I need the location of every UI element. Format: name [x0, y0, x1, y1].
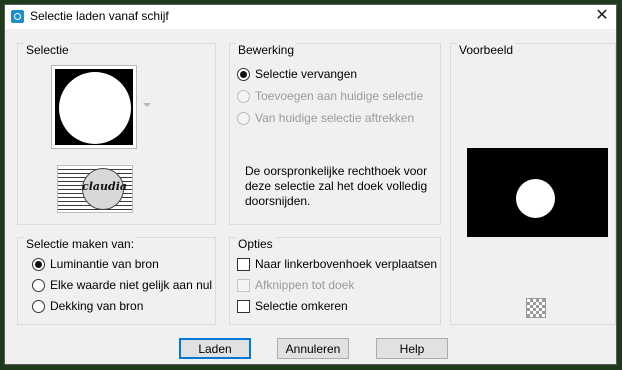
preview-canvas: [467, 148, 608, 237]
checkbox: [237, 278, 250, 292]
checkbox-label: Naar linkerbovenhoek verplaatsen: [255, 257, 438, 271]
radio-elke-waarde-niet-gelijk-aan-nul[interactable]: Elke waarde niet gelijk aan nul: [32, 276, 212, 294]
help-button[interactable]: Help: [376, 338, 448, 359]
voorbeeld-group-label: Voorbeeld: [457, 43, 516, 57]
transparency-toggle-icon[interactable]: [526, 298, 546, 318]
bewerking-group-label: Bewerking: [236, 43, 297, 57]
selection-thumbnail-image: [55, 69, 133, 145]
check-naar-linkerbovenhoek-verplaatsen[interactable]: Naar linkerbovenhoek verplaatsen: [237, 255, 437, 273]
app-icon: [11, 10, 24, 23]
chevron-down-icon[interactable]: [143, 103, 151, 107]
radio-label: Dekking van bron: [50, 299, 144, 313]
radio-label: Luminantie van bron: [50, 257, 159, 271]
radio-label: Toevoegen aan huidige selectie: [255, 89, 424, 103]
radio-toevoegen-aan-huidige-selectie: Toevoegen aan huidige selectie: [237, 87, 423, 105]
radio-label: Van huidige selectie aftrekken: [255, 111, 415, 125]
selectie-group-label: Selectie: [24, 43, 71, 57]
selectie-maken-van-group-label: Selectie maken van:: [24, 237, 137, 251]
bewerking-info-text: De oorspronkelijke rechthoek voor deze s…: [245, 164, 428, 208]
radio-button: [237, 111, 250, 125]
radio-selectie-vervangen[interactable]: Selectie vervangen: [237, 65, 357, 83]
radio-button[interactable]: [32, 257, 45, 271]
opties-group-label: Opties: [236, 237, 275, 251]
selection-thumbnail-dropdown[interactable]: [51, 65, 137, 149]
title-bar: Selectie laden vanaf schijf ✕: [5, 5, 616, 29]
radio-button[interactable]: [32, 299, 45, 313]
radio-label: Elke waarde niet gelijk aan nul: [50, 278, 213, 292]
checkbox-label: Selectie omkeren: [255, 299, 348, 313]
check-afknippen-tot-doek: Afknippen tot doek: [237, 276, 354, 294]
radio-luminantie-van-bron[interactable]: Luminantie van bron: [32, 255, 159, 273]
watermark-logo: claudia: [57, 165, 133, 213]
close-icon[interactable]: ✕: [592, 6, 612, 26]
selection-circle-shape: [59, 72, 131, 144]
radio-label: Selectie vervangen: [255, 67, 358, 81]
check-selectie-omkeren[interactable]: Selectie omkeren: [237, 297, 348, 315]
radio-button[interactable]: [32, 278, 45, 292]
radio-dekking-van-bron[interactable]: Dekking van bron: [32, 297, 143, 315]
radio-van-huidige-selectie-aftrekken: Van huidige selectie aftrekken: [237, 109, 414, 127]
checkbox[interactable]: [237, 299, 250, 313]
radio-button: [237, 89, 250, 103]
preview-selection-circle: [516, 179, 555, 218]
window-title: Selectie laden vanaf schijf: [30, 9, 169, 23]
radio-button[interactable]: [237, 67, 250, 81]
dialog-window: Selectie laden vanaf schijf ✕ Selectie c…: [4, 4, 617, 365]
watermark-text: claudia: [82, 180, 127, 193]
laden-button[interactable]: Laden: [179, 338, 251, 359]
checkbox[interactable]: [237, 257, 250, 271]
annuleren-button[interactable]: Annuleren: [277, 338, 349, 359]
checkbox-label: Afknippen tot doek: [255, 278, 355, 292]
